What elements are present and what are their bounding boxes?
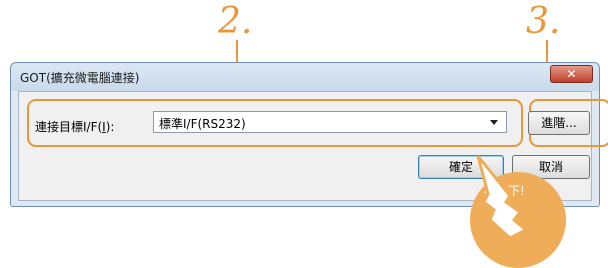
step-3-callout: 3. [526,1,561,42]
close-button[interactable]: ✕ [550,65,593,83]
dialog-title: GOT(擴充微電腦連接) [20,71,140,85]
step-2-callout: 2. [218,1,253,42]
advanced-button[interactable]: 進階... [528,111,590,135]
chevron-down-icon [490,120,498,125]
title-bar: GOT(擴充微電腦連接) ✕ [11,63,599,91]
close-icon: ✕ [566,67,577,81]
target-interface-label: 連接目標I/F(I): [35,120,115,134]
pointing-hand-icon [476,155,529,240]
target-interface-value: 標準I/F(RS232) [159,117,246,131]
target-interface-dropdown[interactable]: 標準I/F(RS232) [153,111,507,133]
